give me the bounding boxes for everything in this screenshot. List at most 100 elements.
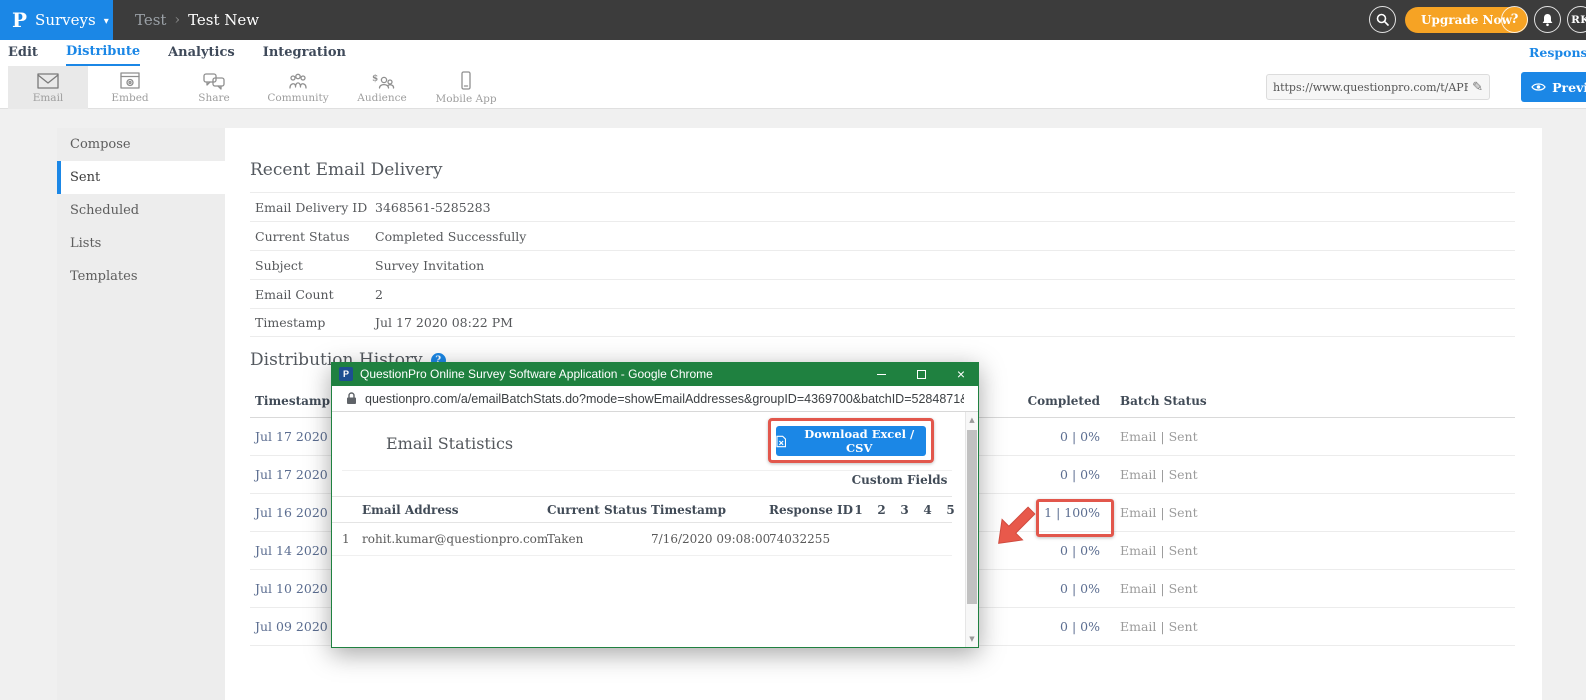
email-statistics-title: Email Statistics <box>386 434 513 453</box>
breadcrumb-separator-icon: › <box>174 12 180 28</box>
surveys-menu[interactable]: P Surveys ▾ <box>0 0 113 40</box>
preview-button[interactable]: Preview <box>1521 72 1586 102</box>
recent-email-delivery-title: Recent Email Delivery <box>250 160 443 180</box>
window-titlebar[interactable]: P QuestionPro Online Survey Software App… <box>331 362 979 386</box>
column-timestamp: Timestamp <box>651 497 767 522</box>
share-icon <box>202 72 226 90</box>
minimize-button[interactable] <box>866 362 896 386</box>
batch-status: Email | Sent <box>1100 467 1198 482</box>
survey-url-field: ✎ <box>1266 74 1490 100</box>
column-custom-3: 3 <box>893 497 916 522</box>
excel-file-icon <box>776 435 786 448</box>
embed-icon <box>118 72 142 90</box>
window-title: QuestionPro Online Survey Software Appli… <box>360 367 713 381</box>
avatar-initials: RK <box>1571 14 1586 26</box>
sidebar-item-lists[interactable]: Lists <box>57 227 225 260</box>
table-row: Email Count 2 <box>250 279 1515 308</box>
email-icon <box>36 72 60 90</box>
email-statistics-window: P QuestionPro Online Survey Software App… <box>331 362 979 648</box>
lock-icon <box>346 392 357 405</box>
maximize-icon <box>917 370 926 379</box>
recent-email-delivery-table: Email Delivery ID 3468561-5285283 Curren… <box>250 192 1515 337</box>
breadcrumb-parent[interactable]: Test <box>135 11 166 29</box>
sidebar-item-sent[interactable]: Sent <box>57 161 225 194</box>
channel-share[interactable]: Share <box>174 66 254 109</box>
column-response-id: Response ID <box>769 497 845 522</box>
column-custom-5: 5 <box>939 497 962 522</box>
caret-down-icon: ▾ <box>104 14 109 27</box>
table-header: Email Address Current Status Timestamp R… <box>332 496 952 523</box>
custom-fields-label: Custom Fields <box>837 473 962 487</box>
distribute-toolbar: Email Embed Share Community $ <box>0 66 1586 109</box>
sidebar-item-compose[interactable]: Compose <box>57 128 225 161</box>
audience-icon: $ <box>369 72 395 90</box>
tab-analytics[interactable]: Analytics <box>168 41 235 65</box>
batch-status: Email | Sent <box>1100 505 1198 520</box>
address-url: questionpro.com/a/emailBatchStats.do?mod… <box>365 392 964 406</box>
field-value: Completed Successfully <box>375 229 526 244</box>
column-custom-4: 4 <box>916 497 939 522</box>
popup-scrollbar[interactable]: ▲ ▼ <box>965 412 978 647</box>
survey-nav: Edit Distribute Analytics Integration Re… <box>0 40 1586 66</box>
breadcrumb: Test › Test New <box>135 0 259 40</box>
community-icon <box>286 72 310 90</box>
tab-integration[interactable]: Integration <box>263 41 346 65</box>
field-label: Timestamp <box>250 315 375 330</box>
table-row: Subject Survey Invitation <box>250 250 1515 279</box>
current-status: Taken <box>547 523 647 555</box>
survey-url-input[interactable] <box>1273 81 1468 94</box>
help-icon: ? <box>1511 12 1519 27</box>
table-row: Current Status Completed Successfully <box>250 221 1515 250</box>
responses-count[interactable]: Responses: 1 <box>1529 40 1586 66</box>
questionpro-favicon: P <box>339 367 353 381</box>
field-value: 3468561-5285283 <box>375 200 491 215</box>
field-label: Email Count <box>250 287 375 302</box>
scroll-down-icon[interactable]: ▼ <box>966 633 978 645</box>
channel-embed[interactable]: Embed <box>90 66 170 109</box>
search-button[interactable] <box>1369 6 1396 33</box>
maximize-button[interactable] <box>906 362 936 386</box>
column-custom-1: 1 <box>847 497 870 522</box>
notifications-button[interactable] <box>1534 6 1561 33</box>
email-address: rohit.kumar@questionpro.com <box>362 523 544 555</box>
mobile-app-icon <box>454 71 478 91</box>
row-index: 1 <box>342 523 358 555</box>
batch-status: Email | Sent <box>1100 581 1198 596</box>
field-value: 2 <box>375 287 383 302</box>
timestamp: 7/16/2020 09:08:00 <box>651 523 767 555</box>
close-button[interactable]: × <box>946 362 976 386</box>
top-bar: P Surveys ▾ Test › Test New Upgrade Now … <box>0 0 1586 40</box>
scrollbar-thumb[interactable] <box>967 430 977 604</box>
svg-text:$: $ <box>372 74 378 84</box>
tab-edit[interactable]: Edit <box>8 41 38 65</box>
column-current-status: Current Status <box>547 497 647 522</box>
column-custom-2: 2 <box>870 497 893 522</box>
table-row: Email Delivery ID 3468561-5285283 <box>250 192 1515 221</box>
divider <box>342 470 952 471</box>
sidebar-item-scheduled[interactable]: Scheduled <box>57 194 225 227</box>
field-label: Email Delivery ID <box>250 200 375 215</box>
scroll-up-icon[interactable]: ▲ <box>966 414 978 426</box>
batch-status: Email | Sent <box>1100 619 1198 634</box>
bell-icon <box>1541 13 1554 27</box>
channel-email[interactable]: Email <box>8 66 88 109</box>
channel-mobile-app[interactable]: Mobile App <box>426 66 506 109</box>
field-value: Survey Invitation <box>375 258 484 273</box>
eye-icon <box>1531 82 1546 92</box>
email-statistics-page: Email Statistics Download Excel / CSV Cu… <box>332 412 978 647</box>
response-id: 74032255 <box>769 523 845 555</box>
email-sidebar: Compose Sent Scheduled Lists Templates <box>57 128 225 700</box>
address-bar[interactable]: questionpro.com/a/emailBatchStats.do?mod… <box>332 386 978 412</box>
edit-url-icon[interactable]: ✎ <box>1472 80 1483 95</box>
sidebar-item-templates[interactable]: Templates <box>57 260 225 293</box>
product-name: Surveys <box>35 11 96 29</box>
column-batch-status: Batch Status <box>1100 394 1207 408</box>
avatar[interactable]: RK <box>1567 6 1586 33</box>
questionpro-app: P Surveys ▾ Test › Test New Upgrade Now … <box>0 0 1586 700</box>
table-row: Timestamp Jul 17 2020 08:22 PM <box>250 308 1515 337</box>
help-button[interactable]: ? <box>1501 6 1528 33</box>
channel-audience[interactable]: $ Audience <box>342 66 422 109</box>
channel-community[interactable]: Community <box>258 66 338 109</box>
download-excel-csv-button[interactable]: Download Excel / CSV <box>776 426 926 456</box>
tab-distribute[interactable]: Distribute <box>66 40 140 66</box>
